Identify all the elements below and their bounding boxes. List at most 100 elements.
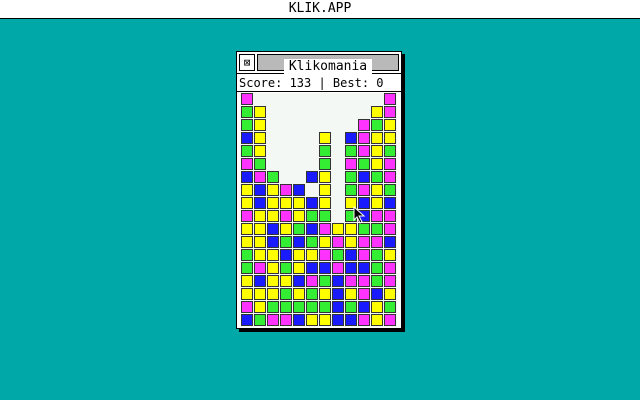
- tile[interactable]: [371, 106, 383, 118]
- tile[interactable]: [241, 288, 253, 300]
- tile[interactable]: [241, 275, 253, 287]
- tile[interactable]: [293, 223, 305, 235]
- tile[interactable]: [267, 288, 279, 300]
- tile[interactable]: [241, 184, 253, 196]
- tile[interactable]: [254, 119, 266, 131]
- tile[interactable]: [384, 132, 396, 144]
- tile[interactable]: [241, 249, 253, 261]
- tile[interactable]: [384, 301, 396, 313]
- tile[interactable]: [293, 314, 305, 326]
- tile[interactable]: [345, 288, 357, 300]
- tile[interactable]: [319, 301, 331, 313]
- tile[interactable]: [332, 262, 344, 274]
- tile[interactable]: [345, 158, 357, 170]
- tile[interactable]: [293, 210, 305, 222]
- tile[interactable]: [254, 249, 266, 261]
- tile[interactable]: [371, 145, 383, 157]
- tile[interactable]: [254, 171, 266, 183]
- tile[interactable]: [345, 171, 357, 183]
- tile[interactable]: [306, 288, 318, 300]
- tile[interactable]: [358, 262, 370, 274]
- tile[interactable]: [319, 275, 331, 287]
- tile[interactable]: [254, 314, 266, 326]
- tile[interactable]: [371, 301, 383, 313]
- tile[interactable]: [254, 158, 266, 170]
- tile[interactable]: [254, 184, 266, 196]
- tile[interactable]: [384, 288, 396, 300]
- tile[interactable]: [254, 236, 266, 248]
- tile[interactable]: [293, 197, 305, 209]
- tile[interactable]: [319, 249, 331, 261]
- tile[interactable]: [241, 158, 253, 170]
- tile[interactable]: [267, 184, 279, 196]
- tile[interactable]: [345, 314, 357, 326]
- tile[interactable]: [384, 275, 396, 287]
- tile[interactable]: [319, 184, 331, 196]
- tile[interactable]: [358, 249, 370, 261]
- tile[interactable]: [384, 210, 396, 222]
- tile[interactable]: [267, 301, 279, 313]
- tile[interactable]: [371, 236, 383, 248]
- tile[interactable]: [319, 262, 331, 274]
- tile[interactable]: [358, 236, 370, 248]
- tile[interactable]: [267, 171, 279, 183]
- game-board[interactable]: [241, 93, 397, 327]
- tile[interactable]: [280, 275, 292, 287]
- tile[interactable]: [345, 223, 357, 235]
- tile[interactable]: [267, 275, 279, 287]
- tile[interactable]: [319, 171, 331, 183]
- tile[interactable]: [332, 223, 344, 235]
- tile[interactable]: [371, 262, 383, 274]
- tile[interactable]: [384, 158, 396, 170]
- close-icon[interactable]: ⊠: [239, 54, 255, 71]
- tile[interactable]: [241, 236, 253, 248]
- tile[interactable]: [358, 145, 370, 157]
- tile[interactable]: [306, 262, 318, 274]
- tile[interactable]: [384, 314, 396, 326]
- tile[interactable]: [280, 197, 292, 209]
- tile[interactable]: [358, 301, 370, 313]
- tile[interactable]: [319, 158, 331, 170]
- tile[interactable]: [384, 223, 396, 235]
- tile[interactable]: [319, 145, 331, 157]
- tile[interactable]: [358, 275, 370, 287]
- tile[interactable]: [267, 210, 279, 222]
- tile[interactable]: [371, 184, 383, 196]
- tile[interactable]: [319, 210, 331, 222]
- tile[interactable]: [280, 301, 292, 313]
- tile[interactable]: [254, 275, 266, 287]
- tile[interactable]: [345, 236, 357, 248]
- tile[interactable]: [319, 236, 331, 248]
- tile[interactable]: [371, 158, 383, 170]
- tile[interactable]: [345, 275, 357, 287]
- tile[interactable]: [254, 210, 266, 222]
- tile[interactable]: [254, 223, 266, 235]
- tile[interactable]: [280, 288, 292, 300]
- tile[interactable]: [306, 197, 318, 209]
- tile[interactable]: [267, 249, 279, 261]
- tile[interactable]: [254, 301, 266, 313]
- tile[interactable]: [319, 223, 331, 235]
- tile[interactable]: [306, 223, 318, 235]
- tile[interactable]: [306, 301, 318, 313]
- tile[interactable]: [241, 223, 253, 235]
- tile[interactable]: [358, 119, 370, 131]
- tile[interactable]: [306, 210, 318, 222]
- tile[interactable]: [241, 171, 253, 183]
- tile[interactable]: [332, 236, 344, 248]
- tile[interactable]: [332, 314, 344, 326]
- tile[interactable]: [332, 288, 344, 300]
- tile[interactable]: [371, 119, 383, 131]
- tile[interactable]: [371, 223, 383, 235]
- tile[interactable]: [280, 223, 292, 235]
- tile[interactable]: [241, 145, 253, 157]
- tile[interactable]: [371, 197, 383, 209]
- tile[interactable]: [306, 236, 318, 248]
- tile[interactable]: [319, 132, 331, 144]
- tile[interactable]: [293, 288, 305, 300]
- tile[interactable]: [358, 171, 370, 183]
- tile[interactable]: [306, 249, 318, 261]
- tile[interactable]: [241, 301, 253, 313]
- tile[interactable]: [267, 262, 279, 274]
- tile[interactable]: [384, 106, 396, 118]
